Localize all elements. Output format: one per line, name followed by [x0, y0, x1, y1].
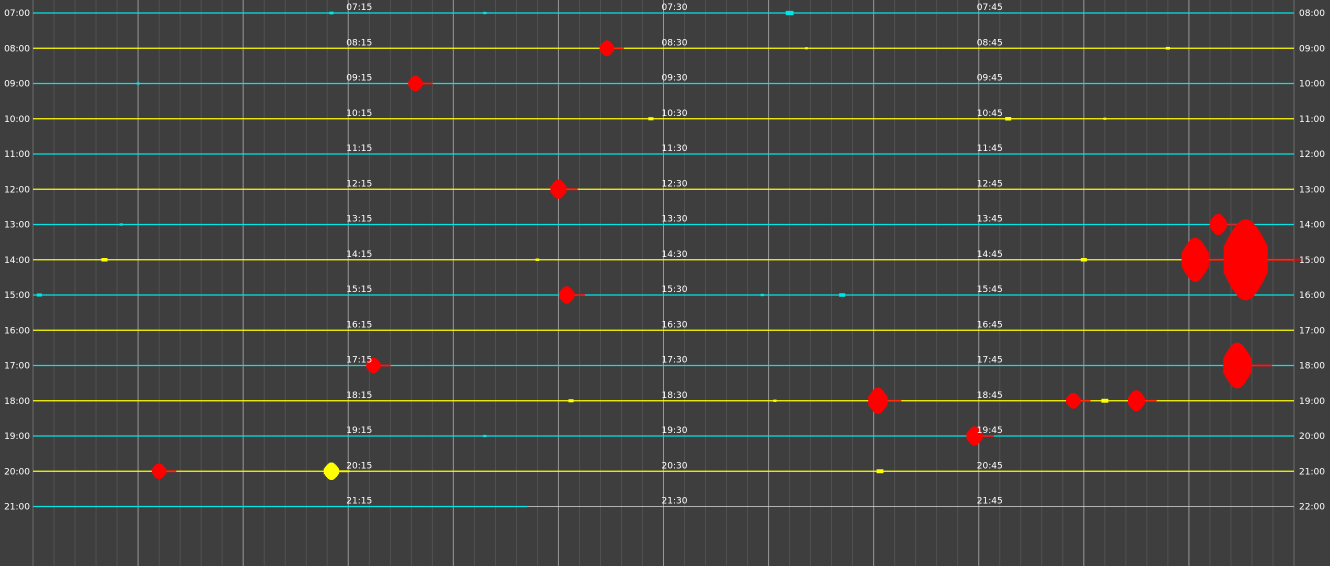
event-mark: [483, 434, 487, 438]
quarter-hour-label: 13:15: [346, 215, 372, 225]
row-end-label: 11:00: [1299, 115, 1325, 125]
event-mark: [773, 399, 777, 402]
row-end-label: 14:00: [1299, 221, 1325, 231]
quarter-hour-label: 18:15: [346, 391, 372, 401]
row-start-label: 14:00: [4, 256, 30, 266]
quarter-hour-label: 10:15: [346, 109, 372, 119]
quarter-hour-label: 11:15: [346, 144, 372, 154]
quarter-hour-label: 21:30: [662, 497, 688, 507]
quarter-hour-label: 09:30: [662, 74, 688, 84]
event-mark: [101, 258, 108, 262]
row-start-label: 08:00: [4, 44, 30, 54]
event-mark: [483, 11, 487, 15]
row-start-label: 12:00: [4, 185, 30, 195]
event-mark: [648, 117, 654, 121]
quarter-hour-label: 11:45: [977, 144, 1003, 154]
row-start-label: 19:00: [4, 432, 30, 442]
event-mark: [119, 223, 123, 226]
quarter-hour-label: 11:30: [662, 144, 688, 154]
row-start-label: 16:00: [4, 326, 30, 336]
quarter-hour-label: 14:45: [977, 250, 1003, 260]
quarter-hour-label: 08:45: [977, 38, 1003, 48]
row-end-label: 17:00: [1299, 326, 1325, 336]
quarter-hour-label: 09:15: [346, 74, 372, 84]
event-mark: [760, 293, 764, 297]
quarter-hour-label: 21:45: [977, 497, 1003, 507]
quarter-hour-label: 19:30: [662, 426, 688, 436]
row-start-label: 13:00: [4, 221, 30, 231]
event-mark: [785, 10, 794, 16]
quarter-hour-label: 14:15: [346, 250, 372, 260]
quarter-hour-label: 07:45: [977, 3, 1003, 13]
row-end-label: 19:00: [1299, 397, 1325, 407]
event-mark: [329, 11, 334, 15]
quarter-hour-label: 17:15: [346, 356, 372, 366]
event-mark: [36, 293, 42, 297]
event-mark: [136, 82, 140, 85]
row-start-label: 15:00: [4, 291, 30, 301]
quarter-hour-label: 21:15: [346, 497, 372, 507]
quarter-hour-label: 15:45: [977, 285, 1003, 295]
quarter-hour-label: 10:30: [662, 109, 688, 119]
quarter-hour-label: 19:45: [977, 426, 1003, 436]
event-mark: [804, 47, 808, 50]
quarter-hour-label: 15:15: [346, 285, 372, 295]
quarter-hour-label: 16:15: [346, 320, 372, 330]
quarter-hour-label: 07:30: [662, 3, 688, 13]
row-start-label: 18:00: [4, 397, 30, 407]
quarter-hour-label: 18:30: [662, 391, 688, 401]
row-start-label: 09:00: [4, 80, 30, 90]
quarter-hour-label: 18:45: [977, 391, 1003, 401]
quarter-hour-label: 16:45: [977, 320, 1003, 330]
row-start-label: 21:00: [4, 503, 30, 513]
quarter-hour-label: 20:45: [977, 461, 1003, 471]
row-end-label: 10:00: [1299, 80, 1325, 90]
quarter-hour-label: 07:15: [346, 3, 372, 13]
row-start-label: 20:00: [4, 467, 30, 477]
row-end-label: 16:00: [1299, 291, 1325, 301]
row-end-label: 20:00: [1299, 432, 1325, 442]
row-end-label: 13:00: [1299, 185, 1325, 195]
time-grid: [32, 0, 1295, 566]
event-mark: [839, 293, 846, 297]
event-mark: [1005, 117, 1012, 121]
event-mark: [1080, 258, 1087, 262]
quarter-hour-label: 12:45: [977, 179, 1003, 189]
quarter-hour-label: 17:30: [662, 356, 688, 366]
quarter-hour-label: 20:15: [346, 461, 372, 471]
helicorder-chart: 07:00 08:00 07:15 07:30 07:45 08:00 09:00 08:15…: [0, 0, 1330, 566]
quarter-hour-label: 20:30: [662, 461, 688, 471]
quarter-hour-label: 09:45: [977, 74, 1003, 84]
row-end-label: 09:00: [1299, 44, 1325, 54]
quarter-hour-label: 14:30: [662, 250, 688, 260]
quarter-hour-label: 08:15: [346, 38, 372, 48]
chart-background: [0, 0, 1330, 566]
row-start-label: 17:00: [4, 362, 30, 372]
quarter-hour-label: 16:30: [662, 320, 688, 330]
row-end-label: 12:00: [1299, 150, 1325, 160]
quarter-hour-label: 13:45: [977, 215, 1003, 225]
row-start-label: 07:00: [4, 9, 30, 19]
quarter-hour-label: 15:30: [662, 285, 688, 295]
row-end-label: 22:00: [1299, 503, 1325, 513]
row-start-label: 10:00: [4, 115, 30, 125]
row-end-label: 15:00: [1299, 256, 1325, 266]
quarter-hour-label: 17:45: [977, 356, 1003, 366]
quarter-hour-label: 19:15: [346, 426, 372, 436]
event-mark: [1165, 46, 1170, 50]
quarter-hour-label: 08:30: [662, 38, 688, 48]
event-mark: [876, 469, 884, 474]
quarter-hour-label: 10:45: [977, 109, 1003, 119]
event-mark: [535, 258, 540, 261]
row-end-label: 21:00: [1299, 467, 1325, 477]
row-end-label: 08:00: [1299, 9, 1325, 19]
event-mark: [1103, 117, 1107, 120]
quarter-hour-label: 13:30: [662, 215, 688, 225]
quarter-hour-label: 12:15: [346, 179, 372, 189]
event-mark: [568, 399, 574, 403]
row-start-label: 11:00: [4, 150, 30, 160]
event-mark: [1101, 398, 1109, 403]
row-end-label: 18:00: [1299, 362, 1325, 372]
quarter-hour-label: 12:30: [662, 179, 688, 189]
